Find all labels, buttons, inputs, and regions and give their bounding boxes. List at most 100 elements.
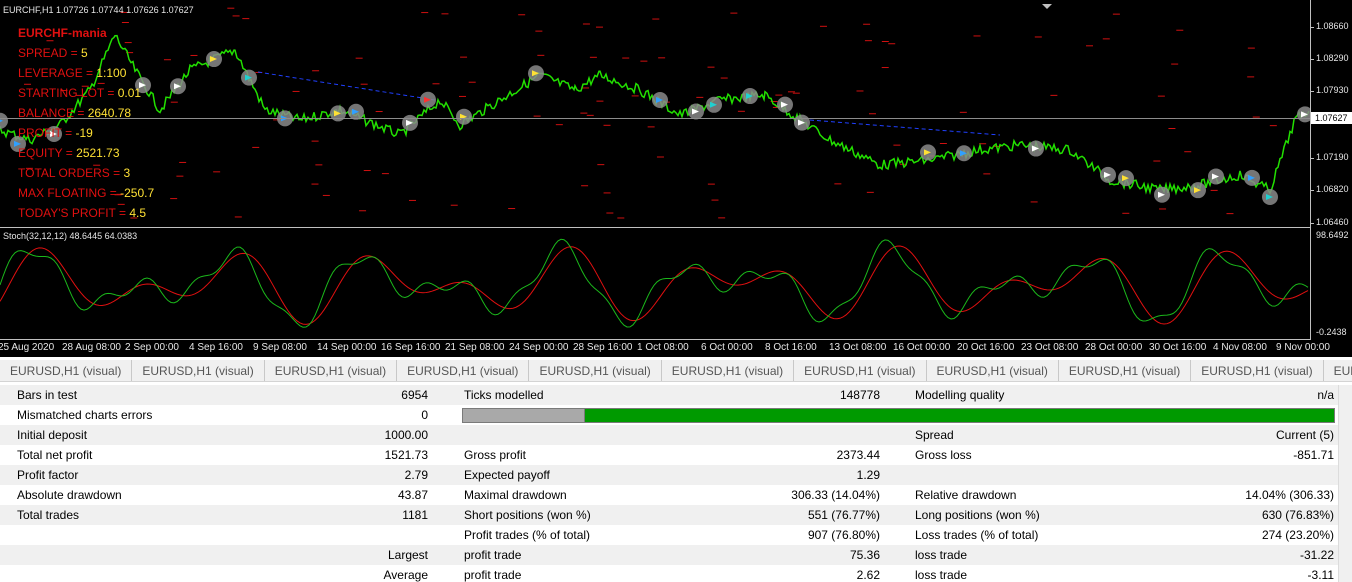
test-report: Bars in test 6954 Ticks modelled 148778 Mode… xyxy=(0,385,1352,582)
ea-label: TOTAL ORDERS = xyxy=(18,166,124,180)
chart-tab-bar: EURUSD,H1 (visual) EURUSD,H1 (visual) EURU… xyxy=(0,360,1352,382)
price-tick xyxy=(1310,190,1314,191)
chart-tab[interactable]: EURUSD,H1 (visual) xyxy=(265,360,398,381)
ea-label: LEVERAGE = xyxy=(18,66,97,80)
report-value: Current (5) xyxy=(1275,428,1334,442)
report-value: 1.29 xyxy=(856,468,880,482)
report-row: Absolute drawdown 43.87 Maximal drawdown 30… xyxy=(0,485,1352,505)
chart-tab[interactable]: EURUSD,H1 (v xyxy=(1324,360,1352,381)
report-value: 14.04% (306.33) xyxy=(1245,488,1334,502)
price-axis-label: 1.06820 xyxy=(1316,184,1349,194)
report-value: 0 xyxy=(421,408,428,422)
ea-total-orders-line: TOTAL ORDERS = 3 xyxy=(18,166,130,180)
report-label: Long positions (won %) xyxy=(915,508,1040,522)
price-axis-label: 1.06460 xyxy=(1316,217,1349,227)
price-chart[interactable]: EURCHF,H1 1.07726 1.07744 1.07626 1.0762… xyxy=(0,0,1352,357)
subwindow-separator[interactable] xyxy=(0,227,1310,228)
report-value: 1521.73 xyxy=(384,448,428,462)
price-axis-label: 1.07190 xyxy=(1316,152,1349,162)
time-axis-separator xyxy=(0,339,1310,340)
report-value: -3.11 xyxy=(1307,568,1334,582)
report-value: 2373.44 xyxy=(836,448,880,462)
report-value: 306.33 (14.04%) xyxy=(791,488,880,502)
report-value: 148778 xyxy=(839,388,880,402)
report-label: Profit trades (% of total) xyxy=(464,528,591,542)
report-label: Spread xyxy=(915,428,954,442)
report-row: Initial deposit 1000.00 Spread Current (5) xyxy=(0,425,1352,445)
report-value: Largest xyxy=(387,548,428,562)
report-label: Expected payoff xyxy=(464,468,550,482)
report-row: Average profit trade 2.62 loss trade -3.11 xyxy=(0,565,1352,582)
report-label: Gross loss xyxy=(915,448,972,462)
chart-tab[interactable]: EURUSD,H1 (visual) xyxy=(397,360,530,381)
ea-value: 4.5 xyxy=(129,206,147,220)
ea-label: BALANCE = xyxy=(18,106,88,120)
indicator-caption: Stoch(32,12,12) 48.6445 64.0383 xyxy=(3,231,138,241)
chart-tab[interactable]: EURUSD,H1 (visual) xyxy=(662,360,795,381)
report-label: Maximal drawdown xyxy=(464,488,567,502)
ea-max-floating-line: MAX FLOATING = -250.7 xyxy=(18,186,154,200)
report-label: Modelling quality xyxy=(915,388,1005,402)
price-axis-label: 1.08660 xyxy=(1316,21,1349,31)
indicator-axis-min: -0.2438 xyxy=(1316,327,1347,337)
ea-todays-profit-line: TODAY'S PROFIT = 4.5 xyxy=(18,206,146,220)
symbol-caption: EURCHF,H1 1.07726 1.07744 1.07626 1.0762… xyxy=(3,5,194,15)
price-tick xyxy=(1310,59,1314,60)
report-label: loss trade xyxy=(915,568,968,582)
chart-tab[interactable]: EURUSD,H1 (visual) xyxy=(1059,360,1192,381)
report-label: loss trade xyxy=(915,548,968,562)
modelling-quality-bar xyxy=(462,408,1335,423)
ea-value: -250.7 xyxy=(120,186,155,200)
time-axis-label: 4 Nov 08:00 xyxy=(1213,342,1267,353)
report-label: Loss trades (% of total) xyxy=(915,528,1039,542)
time-axis-label: 6 Oct 00:00 xyxy=(701,342,753,353)
ea-label: STARTING LOT = xyxy=(18,86,118,100)
report-label: profit trade xyxy=(464,548,522,562)
time-axis-label: 13 Oct 08:00 xyxy=(829,342,887,353)
ea-value: 1:100 xyxy=(96,66,127,80)
price-tick xyxy=(1310,223,1314,224)
report-value: 274 (23.20%) xyxy=(1261,528,1334,542)
ea-leverage-line: LEVERAGE = 1:100 xyxy=(18,66,126,80)
time-axis-label: 9 Nov 00:00 xyxy=(1276,342,1330,353)
chart-tab[interactable]: EURUSD,H1 (visual) xyxy=(132,360,265,381)
chart-tab[interactable]: EURUSD,H1 (visual) xyxy=(927,360,1059,381)
report-label: profit trade xyxy=(464,568,522,582)
ea-name: EURCHF-mania xyxy=(18,26,107,40)
report-row: Profit trades (% of total) 907 (76.80%) Lo… xyxy=(0,525,1352,545)
trade-link xyxy=(257,71,436,101)
ea-spread-line: SPREAD = 5 xyxy=(18,46,88,60)
chart-tab[interactable]: EURUSD,H1 (visual) xyxy=(529,360,662,381)
report-row: Largest profit trade 75.36 loss trade -31.22 xyxy=(0,545,1352,565)
report-label: Gross profit xyxy=(464,448,527,462)
time-axis-label: 1 Oct 08:00 xyxy=(637,342,689,353)
trade-link xyxy=(809,119,1001,136)
report-row: Mismatched charts errors 0 xyxy=(0,405,1352,425)
report-value: 75.36 xyxy=(849,548,880,562)
time-axis-label: 9 Sep 08:00 xyxy=(253,342,307,353)
report-value: Average xyxy=(383,568,428,582)
chart-tab[interactable]: EURUSD,H1 (visual) xyxy=(0,360,133,381)
report-label: Initial deposit xyxy=(17,428,88,442)
report-value: 907 (76.80%) xyxy=(807,528,880,542)
ea-label: SPREAD = xyxy=(18,46,82,60)
ea-label: EQUITY = xyxy=(18,146,77,160)
chart-tab[interactable]: EURUSD,H1 (visual) xyxy=(1191,360,1324,381)
report-scrollbar[interactable] xyxy=(1338,385,1352,582)
report-value: 6954 xyxy=(401,388,428,402)
current-price-line xyxy=(0,118,1310,119)
report-value: 551 (76.77%) xyxy=(807,508,880,522)
ea-label: MAX FLOATING = xyxy=(18,186,121,200)
time-axis-label: 4 Sep 16:00 xyxy=(189,342,243,353)
report-row: Profit factor 2.79 Expected payoff 1.29 xyxy=(0,465,1352,485)
chart-tab[interactable]: EURUSD,H1 (visual) xyxy=(794,360,927,381)
ea-value: 5 xyxy=(81,46,88,60)
report-value: -31.22 xyxy=(1299,548,1334,562)
time-axis-label: 28 Oct 00:00 xyxy=(1085,342,1143,353)
ea-equity-line: EQUITY = 2521.73 xyxy=(18,146,120,160)
ea-label: PROFIT = xyxy=(18,126,76,140)
time-axis-label: 24 Sep 00:00 xyxy=(509,342,569,353)
report-label: Ticks modelled xyxy=(464,388,544,402)
time-axis-label: 28 Aug 08:00 xyxy=(62,342,121,353)
ea-label: TODAY'S PROFIT = xyxy=(18,206,130,220)
